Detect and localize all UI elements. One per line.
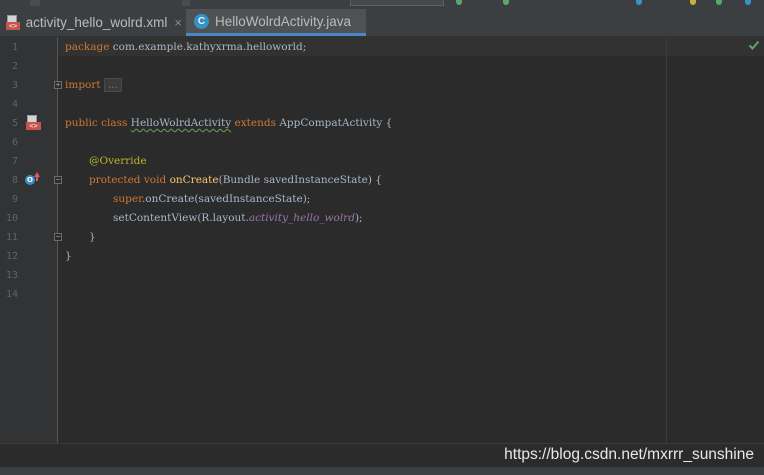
line-number: 4 [11, 99, 18, 110]
watermark-url: https://blog.csdn.net/mxrrr_sunshine [504, 446, 754, 463]
code-line-12: } [89, 231, 96, 243]
code-text-area[interactable]: package com.example.kathyxrma.helloworld… [65, 37, 665, 443]
editor-tab-bar: <> activity_hello_wolrd.xml × C HelloWol… [0, 9, 764, 37]
line-number: 12 [5, 251, 18, 262]
line-number: 6 [11, 137, 18, 148]
code-editor[interactable]: 1 2 3 4 5 6 7 8 9 10 11 12 13 14 <> O + … [0, 37, 764, 443]
code-line-3: import ... [65, 76, 122, 95]
close-icon[interactable]: × [174, 16, 182, 29]
fold-collapse-icon[interactable]: − [54, 233, 62, 241]
related-xml-icon[interactable]: <> [26, 115, 42, 131]
line-number: 5 [11, 118, 18, 129]
sync-icon[interactable] [636, 0, 642, 5]
run-icon[interactable] [456, 0, 462, 5]
no-problems-check-icon[interactable] [748, 39, 760, 51]
override-method-icon[interactable]: O [25, 172, 40, 186]
line-number: 1 [11, 42, 18, 53]
toolbar-cropped [0, 0, 764, 9]
tab-label: activity_hello_wolrd.xml [25, 15, 168, 30]
toolbar-icon[interactable] [182, 0, 190, 6]
tab-activity-hello-wolrd-xml[interactable]: <> activity_hello_wolrd.xml × [6, 9, 182, 36]
right-margin-guide [666, 37, 667, 443]
code-line-6: public class HelloWolrdActivity extends … [65, 117, 393, 129]
xml-layout-icon: <> [6, 15, 20, 30]
avd-icon[interactable] [690, 0, 696, 5]
java-class-icon: C [194, 13, 209, 29]
tab-label: HelloWolrdActivity.java [215, 13, 352, 29]
toolbar-icon[interactable] [30, 0, 40, 6]
run-config-dropdown[interactable] [350, 0, 444, 6]
line-number: 11 [5, 232, 18, 243]
code-line-8: @Override [89, 155, 147, 167]
folded-imports[interactable]: ... [103, 78, 122, 92]
line-number: 2 [11, 61, 18, 72]
line-number: 10 [5, 213, 18, 224]
code-line-9: protected void onCreate(Bundle savedInst… [89, 174, 382, 186]
line-number: 8 [11, 175, 18, 186]
ide-window: <> activity_hello_wolrd.xml × C HelloWol… [0, 0, 764, 475]
code-line-13: } [65, 250, 72, 262]
line-number: 3 [11, 80, 18, 91]
line-number: 7 [11, 156, 18, 167]
tab-hello-wolrd-activity-java[interactable]: C HelloWolrdActivity.java [186, 9, 366, 36]
debug-icon[interactable] [503, 0, 509, 5]
code-line-11: setContentView(R.layout.activity_hello_w… [113, 212, 363, 224]
sdk-icon[interactable] [716, 0, 722, 5]
status-bar-cropped [0, 467, 764, 475]
editor-gutter[interactable]: 1 2 3 4 5 6 7 8 9 10 11 12 13 14 <> O [0, 37, 58, 443]
code-line-1: package com.example.kathyxrma.helloworld… [65, 41, 307, 53]
line-number: 9 [11, 194, 18, 205]
fold-collapse-icon[interactable]: − [54, 176, 62, 184]
fold-expand-icon[interactable]: + [54, 81, 62, 89]
line-number: 14 [5, 289, 18, 300]
help-icon[interactable] [745, 0, 751, 5]
line-number: 13 [5, 270, 18, 281]
code-line-10: super.onCreate(savedInstanceState); [113, 193, 311, 205]
